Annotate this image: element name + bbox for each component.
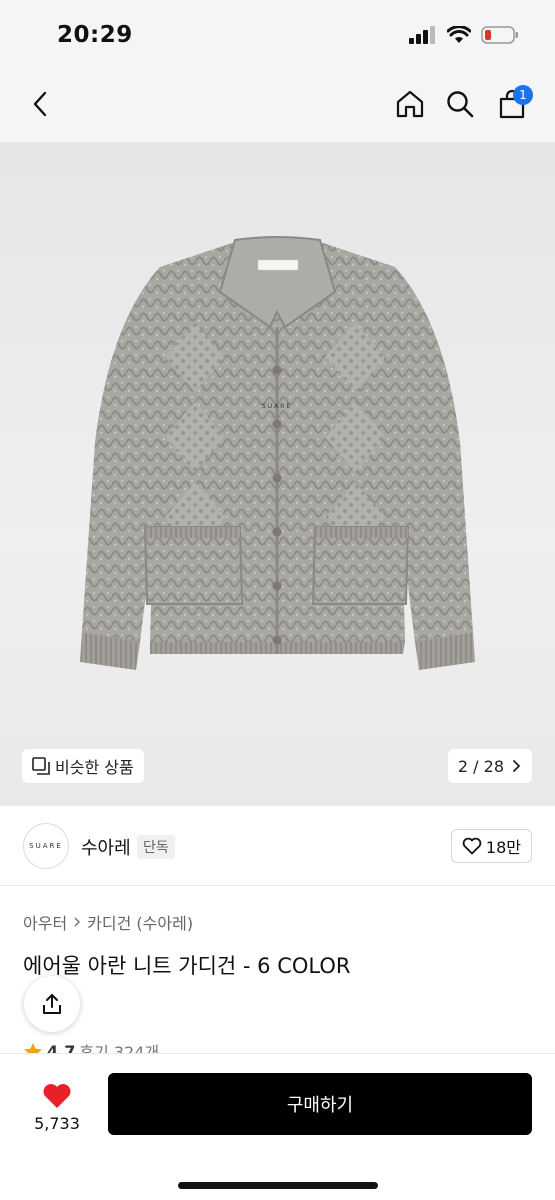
- cardigan-image: [80, 236, 475, 670]
- image-counter: 2 / 28: [457, 756, 504, 776]
- signal-icon: [409, 26, 435, 44]
- home-icon: [396, 90, 424, 118]
- home-button[interactable]: [388, 82, 432, 126]
- exclusive-badge: 단독: [137, 835, 175, 859]
- status-icons: [409, 25, 519, 45]
- similar-products-button[interactable]: 비슷한 상품: [22, 749, 144, 783]
- bottom-action-bar: 5,733 구매하기: [0, 1053, 555, 1200]
- home-indicator: [178, 1182, 378, 1189]
- share-button[interactable]: [24, 976, 80, 1032]
- status-bar: 20:29: [0, 0, 555, 70]
- brand-like-button[interactable]: 18만: [450, 829, 532, 863]
- heart-outline-icon: [462, 837, 482, 855]
- status-time: 20:29: [57, 22, 133, 48]
- wishlist-count: 5,733: [34, 1113, 80, 1133]
- wifi-icon: [447, 26, 471, 43]
- copy-icon: [32, 757, 50, 775]
- similar-products-label: 비슷한 상품: [55, 758, 134, 777]
- product-image-carousel[interactable]: SUARE 비슷한 상품 2 / 28: [0, 142, 555, 806]
- breadcrumb: 아우터 카디건 (수아레): [23, 910, 193, 934]
- back-button[interactable]: [18, 82, 62, 126]
- brand-name[interactable]: 수아레: [81, 834, 131, 860]
- buy-button[interactable]: 구매하기: [108, 1073, 532, 1135]
- wishlist-button[interactable]: 5,733: [22, 1072, 92, 1142]
- nav-bar: 1: [0, 70, 555, 142]
- brand-row: SUARE 수아레 단독 18만: [0, 806, 555, 886]
- battery-icon: [481, 26, 518, 44]
- chevron-right-icon: [513, 760, 521, 772]
- cart-badge: 1: [513, 85, 533, 105]
- image-counter-button[interactable]: 2 / 28: [447, 749, 532, 783]
- search-button[interactable]: [438, 82, 482, 126]
- breadcrumb-item[interactable]: 아우터: [23, 910, 67, 934]
- brand-like-count: 18만: [485, 838, 521, 857]
- heart-icon: [43, 1083, 71, 1108]
- search-icon: [447, 91, 474, 118]
- cart-button[interactable]: 1: [490, 82, 534, 126]
- brand-logo[interactable]: SUARE: [23, 823, 69, 869]
- chevron-left-icon: [33, 91, 47, 117]
- chevron-right-icon: [74, 917, 81, 927]
- breadcrumb-item[interactable]: 카디건 (수아레): [87, 910, 193, 934]
- share-icon: [43, 994, 61, 1014]
- garment-tag-text: SUARE: [262, 403, 293, 410]
- product-title: 에어울 아란 니트 가디건 - 6 COLOR: [23, 954, 351, 978]
